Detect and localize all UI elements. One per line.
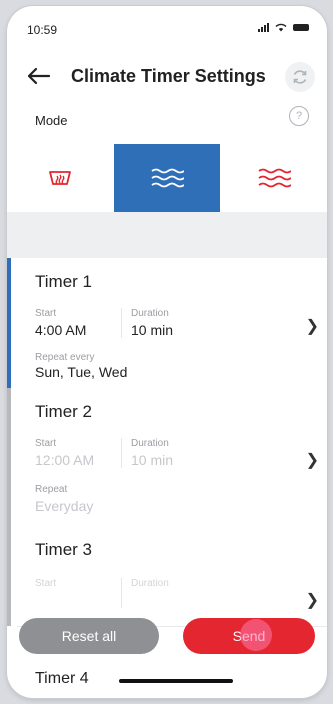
mode-heat[interactable] (220, 144, 327, 212)
timer-accent-bar (7, 388, 11, 526)
start-label: Start (35, 308, 57, 319)
mode-label: Mode (35, 113, 68, 128)
status-icons (258, 23, 309, 32)
duration-label: Duration (131, 438, 169, 449)
status-time: 10:59 (27, 23, 58, 37)
repeat-value: Everyday (35, 498, 94, 514)
signal-icon (258, 23, 269, 32)
wifi-icon (275, 23, 287, 32)
timer-4-name: Timer 4 (35, 670, 89, 687)
phone-screen: 10:59 Climate Timer Settings Mode ? Time… (7, 6, 327, 698)
chevron-right-icon: ❯ (305, 318, 319, 335)
section-spacer (7, 212, 327, 258)
field-divider (121, 308, 122, 338)
timer-card-3[interactable]: Timer 3 Start Duration ❯ (7, 526, 327, 627)
rear-defrost-icon (49, 171, 72, 185)
repeat-value: Sun, Tue, Wed (35, 364, 128, 380)
battery-icon (293, 24, 309, 31)
duration-label: Duration (131, 578, 169, 589)
chevron-right-icon: ❯ (305, 592, 319, 609)
timer-name: Timer 3 (35, 540, 92, 559)
cool-air-icon (151, 168, 184, 188)
timer-accent-bar (7, 526, 11, 626)
duration-value: 10 min (131, 322, 174, 338)
field-divider (121, 438, 122, 468)
touch-indicator (240, 619, 272, 651)
help-icon[interactable]: ? (289, 106, 309, 126)
repeat-label: Repeat every (35, 352, 95, 363)
field-divider (121, 578, 122, 608)
reset-all-button[interactable]: Reset all (19, 618, 159, 654)
start-value: 12:00 AM (35, 452, 95, 468)
sync-icon (293, 70, 307, 84)
mode-defrost[interactable] (7, 144, 114, 212)
chevron-right-icon: ❯ (305, 452, 319, 469)
sync-button[interactable] (285, 62, 315, 92)
start-label: Start (35, 438, 57, 449)
mode-selector (7, 144, 327, 212)
heat-air-icon (258, 168, 291, 188)
back-arrow-icon[interactable] (25, 66, 51, 86)
start-label: Start (35, 578, 57, 589)
timer-name: Timer 1 (35, 272, 92, 291)
home-indicator[interactable] (119, 679, 233, 683)
header: Climate Timer Settings (7, 58, 327, 98)
duration-label: Duration (131, 308, 169, 319)
timer-card-2[interactable]: Timer 2 Start 12:00 AM Duration 10 min R… (7, 388, 327, 527)
duration-value: 10 min (131, 452, 174, 468)
status-bar: 10:59 (7, 6, 327, 46)
repeat-label: Repeat (35, 484, 68, 495)
timer-accent-bar (7, 258, 11, 388)
page-title: Climate Timer Settings (71, 66, 266, 86)
timer-card-1[interactable]: Timer 1 Start 4:00 AM Duration 10 min Re… (7, 258, 327, 389)
start-value: 4:00 AM (35, 322, 87, 338)
timer-name: Timer 2 (35, 402, 92, 421)
mode-cool[interactable] (113, 144, 221, 212)
action-bar: Reset all Send (7, 614, 327, 664)
